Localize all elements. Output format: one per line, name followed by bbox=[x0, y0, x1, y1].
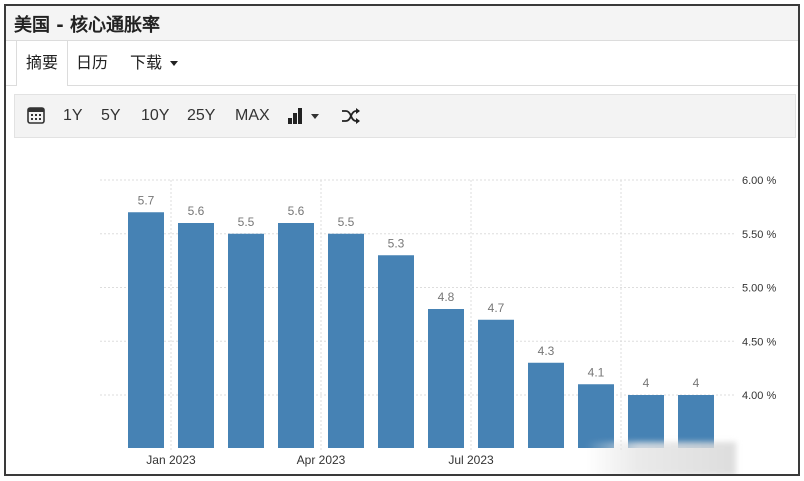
shuffle-icon[interactable] bbox=[341, 107, 361, 130]
tab-download-label: 下载 bbox=[129, 53, 162, 72]
bar bbox=[628, 395, 664, 448]
x-tick-label: Jan 2023 bbox=[146, 453, 196, 467]
range-25y-button[interactable]: 25Y bbox=[187, 95, 215, 137]
data-label: 4.8 bbox=[438, 290, 455, 304]
chevron-down-icon bbox=[311, 114, 319, 119]
range-1y-button[interactable]: 1Y bbox=[63, 95, 83, 137]
range-10y-button[interactable]: 10Y bbox=[141, 95, 169, 137]
data-label: 4.1 bbox=[588, 365, 605, 379]
data-label: 5.5 bbox=[238, 215, 255, 229]
y-tick-label: 5.00 % bbox=[742, 283, 776, 295]
data-label: 5.5 bbox=[338, 215, 355, 229]
y-tick-label: 4.00 % bbox=[742, 390, 776, 402]
bar bbox=[278, 223, 314, 448]
bar bbox=[678, 395, 714, 448]
data-label: 5.7 bbox=[138, 193, 155, 207]
data-label: 4.3 bbox=[538, 344, 555, 358]
range-5y-button[interactable]: 5Y bbox=[101, 95, 121, 137]
bar bbox=[328, 233, 364, 448]
data-label: 5.3 bbox=[388, 236, 405, 250]
title-bar: 美国 - 核心通胀率 bbox=[6, 6, 798, 41]
chart-area: 6.00 % 5.50 % 5.00 % 4.50 % 4.00 % 5.7 5.6 5.5 5… bbox=[6, 140, 798, 474]
chart-toolbar: 1Y 5Y 10Y 25Y MAX bbox=[14, 94, 796, 138]
y-tick-label: 4.50 % bbox=[742, 336, 776, 348]
chart-type-button[interactable] bbox=[287, 108, 327, 129]
chart-widget: 美国 - 核心通胀率 摘要 日历 下载 1Y 5Y 10Y 25Y MAX 6.… bbox=[4, 4, 800, 476]
data-label: 4 bbox=[643, 376, 650, 390]
tab-summary[interactable]: 摘要 bbox=[16, 41, 68, 86]
data-label: 5.6 bbox=[288, 204, 305, 218]
bar bbox=[428, 309, 464, 448]
y-tick-label: 6.00 % bbox=[742, 175, 776, 187]
bar bbox=[178, 223, 214, 448]
y-tick-label: 5.50 % bbox=[742, 229, 776, 241]
calendar-icon[interactable] bbox=[27, 106, 45, 129]
tabs-bar: 摘要 日历 下载 bbox=[6, 41, 798, 86]
x-tick-label: Apr 2023 bbox=[297, 453, 346, 467]
bar bbox=[228, 233, 264, 448]
x-tick-label: Jul 2023 bbox=[448, 453, 494, 467]
bar bbox=[128, 212, 164, 448]
data-label: 4.7 bbox=[488, 301, 505, 315]
bar-chart: 6.00 % 5.50 % 5.00 % 4.50 % 4.00 % 5.7 5.6 5.5 5… bbox=[100, 175, 776, 467]
page-title: 美国 - 核心通胀率 bbox=[14, 15, 161, 36]
bar bbox=[578, 384, 614, 448]
tab-download[interactable]: 下载 bbox=[126, 41, 182, 85]
watermark-blur bbox=[586, 442, 736, 474]
tab-calendar[interactable]: 日历 bbox=[74, 41, 110, 85]
data-label: 5.6 bbox=[188, 204, 205, 218]
bar bbox=[378, 255, 414, 448]
chevron-down-icon bbox=[170, 61, 178, 66]
bar-chart-icon bbox=[288, 108, 302, 124]
bar bbox=[528, 362, 564, 448]
data-label: 4 bbox=[693, 376, 700, 390]
range-max-button[interactable]: MAX bbox=[235, 95, 270, 137]
bar bbox=[478, 319, 514, 448]
